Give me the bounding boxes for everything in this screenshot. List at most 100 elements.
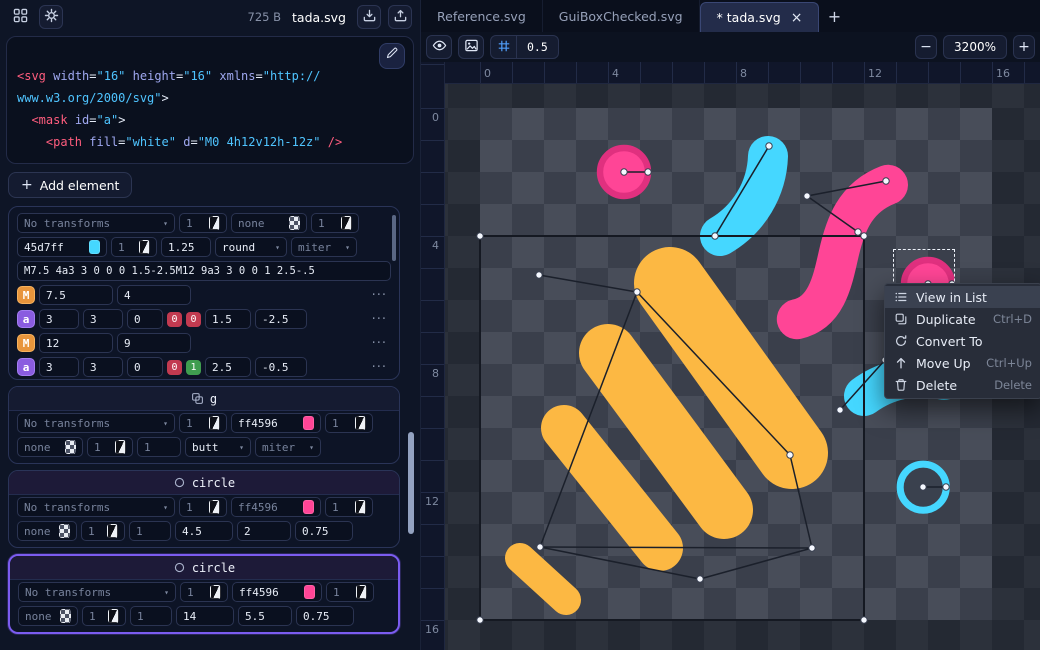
color-swatch[interactable] bbox=[304, 585, 315, 599]
rx-input[interactable]: 3 bbox=[39, 357, 79, 377]
cx-input[interactable]: 4.5 bbox=[175, 521, 233, 541]
sweep-flag[interactable]: 0 bbox=[186, 312, 201, 327]
cy-input[interactable]: 5.5 bbox=[238, 606, 292, 626]
large-arc-flag[interactable]: 0 bbox=[167, 312, 182, 327]
fill-opacity-input[interactable]: 1 bbox=[325, 497, 373, 517]
dx-input[interactable]: 1.5 bbox=[205, 309, 251, 329]
zoom-level[interactable]: 3200% bbox=[943, 35, 1007, 59]
element-header-circle[interactable]: circle bbox=[10, 556, 398, 580]
party-cone[interactable] bbox=[520, 283, 792, 600]
upload-button[interactable] bbox=[388, 5, 412, 29]
color-swatch[interactable] bbox=[303, 416, 314, 430]
zoom-in-button[interactable]: + bbox=[1013, 35, 1035, 59]
fill-color-input[interactable]: ff4596 bbox=[231, 497, 321, 517]
opacity-swatch[interactable] bbox=[107, 524, 118, 538]
opacity-swatch[interactable] bbox=[210, 585, 221, 599]
stroke-opacity-input[interactable]: 1 bbox=[81, 521, 125, 541]
element-header-circle[interactable]: circle bbox=[9, 471, 399, 495]
card-scrollbar-thumb[interactable] bbox=[392, 215, 396, 261]
snap-grid-button[interactable] bbox=[491, 36, 517, 58]
add-element-button[interactable]: + Add element bbox=[8, 172, 132, 198]
y-input[interactable]: 9 bbox=[117, 333, 191, 353]
menu-item-delete[interactable]: DeleteDelete bbox=[885, 374, 1040, 396]
fill-color-input[interactable]: ff4596 bbox=[231, 413, 321, 433]
edit-code-button[interactable] bbox=[379, 43, 405, 69]
fill-opacity-input[interactable]: 1 bbox=[325, 413, 373, 433]
stroke-width-input[interactable]: 1.25 bbox=[161, 237, 211, 257]
rx-input[interactable]: 3 bbox=[39, 309, 79, 329]
visibility-button[interactable] bbox=[426, 35, 452, 59]
none-swatch[interactable] bbox=[60, 609, 71, 623]
rotation-input[interactable]: 0 bbox=[127, 309, 163, 329]
stroke-input[interactable]: none bbox=[17, 437, 83, 457]
ry-input[interactable]: 3 bbox=[83, 309, 123, 329]
apps-grid-button[interactable] bbox=[8, 5, 32, 29]
sweep-flag[interactable]: 1 bbox=[186, 360, 201, 375]
opacity-input[interactable]: 1 bbox=[179, 497, 227, 517]
transforms-select[interactable]: No transforms▾ bbox=[17, 213, 175, 233]
opacity-input[interactable]: 1 bbox=[180, 582, 228, 602]
opacity-input[interactable]: 1 bbox=[179, 213, 227, 233]
tab-tada-svg[interactable]: * tada.svg× bbox=[700, 2, 820, 32]
tab-guiboxchecked-svg[interactable]: GuiBoxChecked.svg bbox=[543, 0, 700, 32]
artboard-background-button[interactable] bbox=[458, 35, 484, 59]
r-input[interactable]: 0.75 bbox=[296, 606, 354, 626]
color-swatch[interactable] bbox=[89, 240, 100, 254]
settings-button[interactable] bbox=[39, 5, 63, 29]
pink-confetti-path[interactable] bbox=[797, 185, 888, 319]
download-button[interactable] bbox=[357, 5, 381, 29]
opacity-swatch[interactable] bbox=[209, 216, 220, 230]
opacity-swatch[interactable] bbox=[356, 585, 367, 599]
scrollbar-thumb[interactable] bbox=[408, 432, 414, 534]
stroke-color-input[interactable]: 45d7ff bbox=[17, 237, 107, 257]
linejoin-select[interactable]: miter▾ bbox=[291, 237, 357, 257]
fill-opacity-input[interactable]: 1 bbox=[311, 213, 359, 233]
transforms-select[interactable]: No transforms▾ bbox=[17, 497, 175, 517]
opacity-swatch[interactable] bbox=[355, 500, 366, 514]
x-input[interactable]: 12 bbox=[39, 333, 113, 353]
opacity-swatch[interactable] bbox=[139, 240, 150, 254]
ry-input[interactable]: 3 bbox=[83, 357, 123, 377]
menu-item-move-up[interactable]: Move UpCtrl+Up bbox=[885, 352, 1040, 374]
stroke-input[interactable]: none bbox=[17, 521, 77, 541]
new-tab-button[interactable]: + bbox=[819, 0, 849, 32]
zoom-out-button[interactable]: − bbox=[915, 35, 937, 59]
stroke-width-input[interactable]: 1 bbox=[130, 606, 172, 626]
opacity-input[interactable]: 1 bbox=[179, 413, 227, 433]
row-menu-button[interactable]: ··· bbox=[368, 312, 391, 327]
menu-item-view-in-list[interactable]: View in List bbox=[885, 286, 1040, 308]
canvas[interactable]: 0481216 0481216 View in ListDuplicateCtr… bbox=[421, 62, 1040, 650]
transforms-select[interactable]: No transforms▾ bbox=[17, 413, 175, 433]
linecap-select[interactable]: butt▾ bbox=[185, 437, 251, 457]
stroke-width-input[interactable]: 1 bbox=[137, 437, 181, 457]
r-input[interactable]: 0.75 bbox=[295, 521, 353, 541]
cy-input[interactable]: 2 bbox=[237, 521, 291, 541]
none-swatch[interactable] bbox=[59, 524, 70, 538]
opacity-swatch[interactable] bbox=[108, 609, 119, 623]
cx-input[interactable]: 14 bbox=[176, 606, 234, 626]
stroke-opacity-input[interactable]: 1 bbox=[111, 237, 157, 257]
path-data-input[interactable]: M7.5 4a3 3 0 0 0 1.5-2.5M12 9a3 3 0 0 1 … bbox=[17, 261, 391, 281]
code-editor[interactable]: <svg width="16" height="16" xmlns="http:… bbox=[6, 36, 414, 164]
fill-input[interactable]: none bbox=[231, 213, 307, 233]
linecap-select[interactable]: round▾ bbox=[215, 237, 287, 257]
row-menu-button[interactable]: ··· bbox=[368, 336, 391, 351]
opacity-swatch[interactable] bbox=[209, 500, 220, 514]
snap-value-input[interactable]: 0.5 bbox=[517, 36, 558, 58]
row-menu-button[interactable]: ··· bbox=[368, 288, 391, 303]
menu-item-duplicate[interactable]: DuplicateCtrl+D bbox=[885, 308, 1040, 330]
color-swatch[interactable] bbox=[303, 500, 314, 514]
menu-item-convert-to[interactable]: Convert To bbox=[885, 330, 1040, 352]
dy-input[interactable]: -2.5 bbox=[255, 309, 307, 329]
close-tab-icon[interactable]: × bbox=[791, 11, 803, 25]
stroke-opacity-input[interactable]: 1 bbox=[87, 437, 133, 457]
linejoin-select[interactable]: miter▾ bbox=[255, 437, 321, 457]
x-input[interactable]: 7.5 bbox=[39, 285, 113, 305]
large-arc-flag[interactable]: 0 bbox=[167, 360, 182, 375]
opacity-swatch[interactable] bbox=[341, 216, 352, 230]
fill-color-input[interactable]: ff4596 bbox=[232, 582, 322, 602]
none-swatch[interactable] bbox=[289, 216, 300, 230]
opacity-swatch[interactable] bbox=[355, 416, 366, 430]
stroke-opacity-input[interactable]: 1 bbox=[82, 606, 126, 626]
stroke-input[interactable]: none bbox=[18, 606, 78, 626]
